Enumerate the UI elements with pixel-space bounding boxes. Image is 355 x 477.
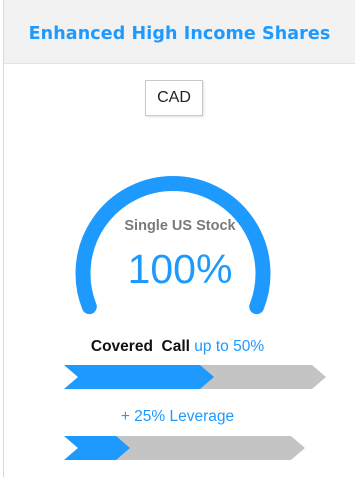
leverage-arrow-bar: [64, 436, 305, 460]
leverage-fill: [64, 436, 130, 460]
